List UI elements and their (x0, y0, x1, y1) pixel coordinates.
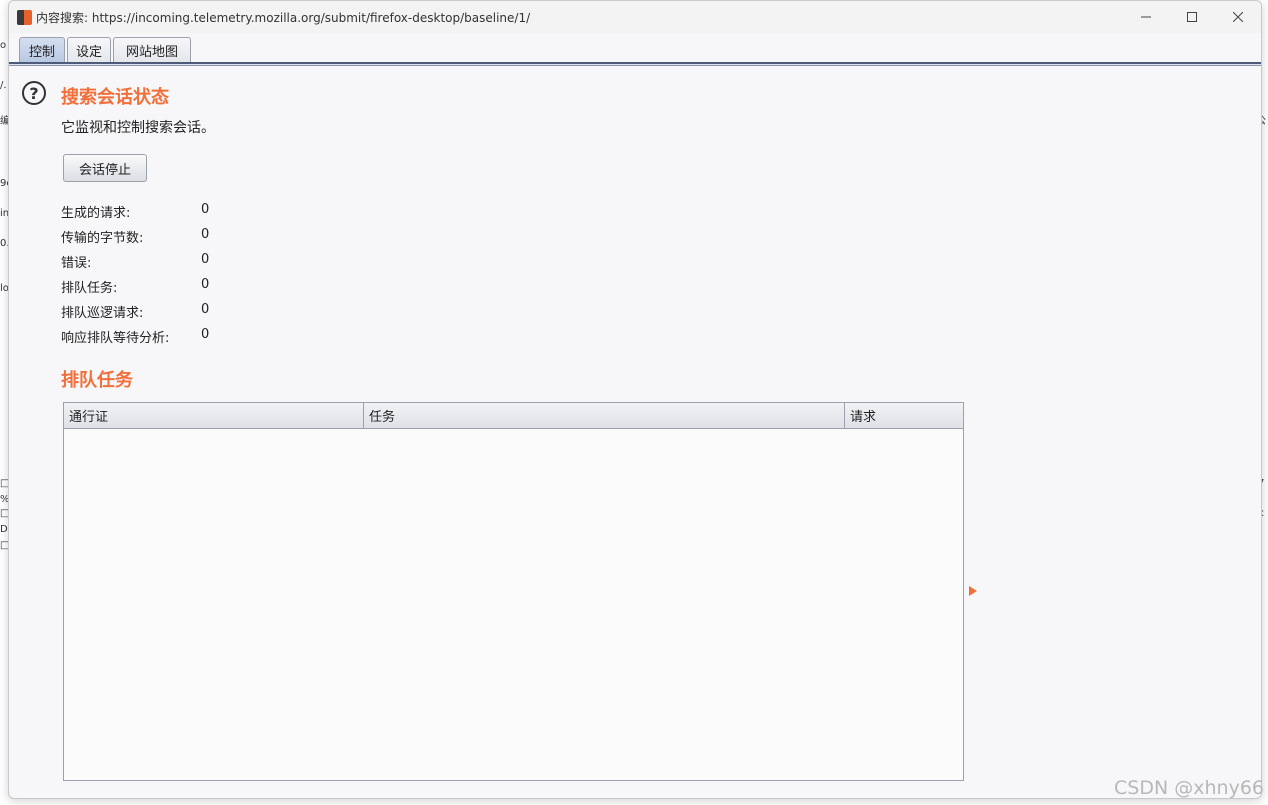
stat-label-bytes: 传输的字节数: (61, 231, 144, 246)
content-search-window: 内容搜索: https://incoming.telemetry.mozilla… (8, 0, 1262, 799)
stat-label-responses-queued: 响应排队等待分析: (61, 331, 170, 346)
app-icon (17, 9, 32, 25)
window-controls (1123, 1, 1261, 33)
queue-table[interactable]: 通行证 任务 请求 (63, 402, 964, 781)
tab-bar: 控制 设定 网站地图 (9, 33, 1261, 63)
stat-value-errors: 0 (201, 252, 210, 267)
maximize-icon (1187, 12, 1197, 22)
session-status-title: 搜索会话状态 (61, 87, 169, 108)
column-header-task[interactable]: 任务 (364, 403, 845, 428)
title-bar: 内容搜索: https://incoming.telemetry.mozilla… (9, 1, 1261, 33)
queue-title: 排队任务 (61, 370, 133, 391)
stat-value-requests: 0 (201, 202, 210, 217)
window-title: 内容搜索: https://incoming.telemetry.mozilla… (36, 10, 531, 25)
stat-label-requests: 生成的请求: (61, 206, 131, 221)
stat-value-queued-tasks: 0 (201, 277, 210, 292)
expand-arrow-icon[interactable] (969, 586, 977, 596)
tab-sitemap[interactable]: 网站地图 (113, 37, 191, 63)
minimize-button[interactable] (1123, 1, 1169, 33)
stat-value-bytes: 0 (201, 227, 210, 242)
column-header-request[interactable]: 请求 (845, 403, 963, 428)
help-icon[interactable]: ? (22, 81, 46, 105)
stat-value-responses-queued: 0 (201, 327, 210, 342)
stat-label-patrol-requests: 排队巡逻请求: (61, 306, 144, 321)
tab-control[interactable]: 控制 (19, 37, 65, 63)
maximize-button[interactable] (1169, 1, 1215, 33)
tab-settings[interactable]: 设定 (67, 37, 111, 63)
minimize-icon (1141, 16, 1151, 18)
table-header: 通行证 任务 请求 (64, 403, 963, 429)
column-header-pass[interactable]: 通行证 (64, 403, 364, 428)
stat-label-errors: 错误: (61, 256, 92, 271)
session-description: 它监视和控制搜索会话。 (61, 120, 215, 136)
watermark: CSDN @xhny66 (1114, 777, 1264, 799)
tab-separator (9, 62, 1261, 66)
stat-label-queued-tasks: 排队任务: (61, 281, 118, 296)
stop-session-button[interactable]: 会话停止 (63, 154, 147, 182)
close-button[interactable] (1215, 1, 1261, 33)
stat-value-patrol-requests: 0 (201, 302, 210, 317)
close-icon (1233, 12, 1243, 22)
